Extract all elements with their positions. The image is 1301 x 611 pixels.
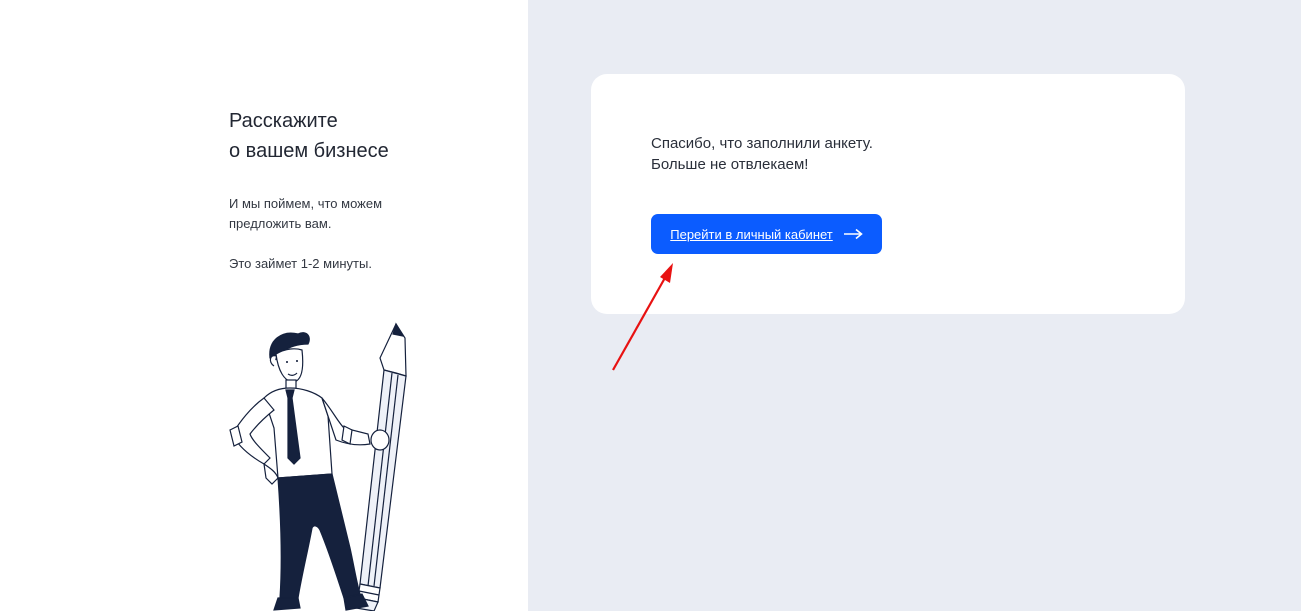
thanks-message-line-2: Больше не отвлекаем!: [651, 156, 809, 173]
thanks-message: Спасибо, что заполнили анкету. Больше не…: [651, 133, 873, 175]
man-with-pencil-illustration: [229, 322, 407, 611]
pencil-icon: [355, 322, 407, 611]
intro-title-line-1: Расскажите: [229, 110, 338, 132]
thanks-message-line-1: Спасибо, что заполнили анкету.: [651, 135, 873, 152]
intro-duration: Это займет 1-2 минуты.: [229, 256, 372, 271]
arrow-right-icon: [843, 228, 863, 240]
intro-title-line-2: о вашем бизнесе: [229, 140, 389, 162]
go-to-account-button[interactable]: Перейти в личный кабинет: [651, 214, 882, 254]
intro-description-line-1: И мы поймем, что можем: [229, 196, 383, 211]
success-card: Спасибо, что заполнили анкету. Больше не…: [591, 74, 1185, 314]
go-to-account-label: Перейти в личный кабинет: [670, 226, 833, 242]
page: Расскажите о вашем бизнесе И мы поймем, …: [0, 0, 1301, 611]
intro-description-line-2: предложить вам.: [229, 216, 332, 231]
intro-description: И мы поймем, что можем предложить вам.: [229, 194, 469, 234]
intro-title: Расскажите о вашем бизнесе: [229, 106, 479, 166]
left-panel: Расскажите о вашем бизнесе И мы поймем, …: [0, 0, 528, 611]
